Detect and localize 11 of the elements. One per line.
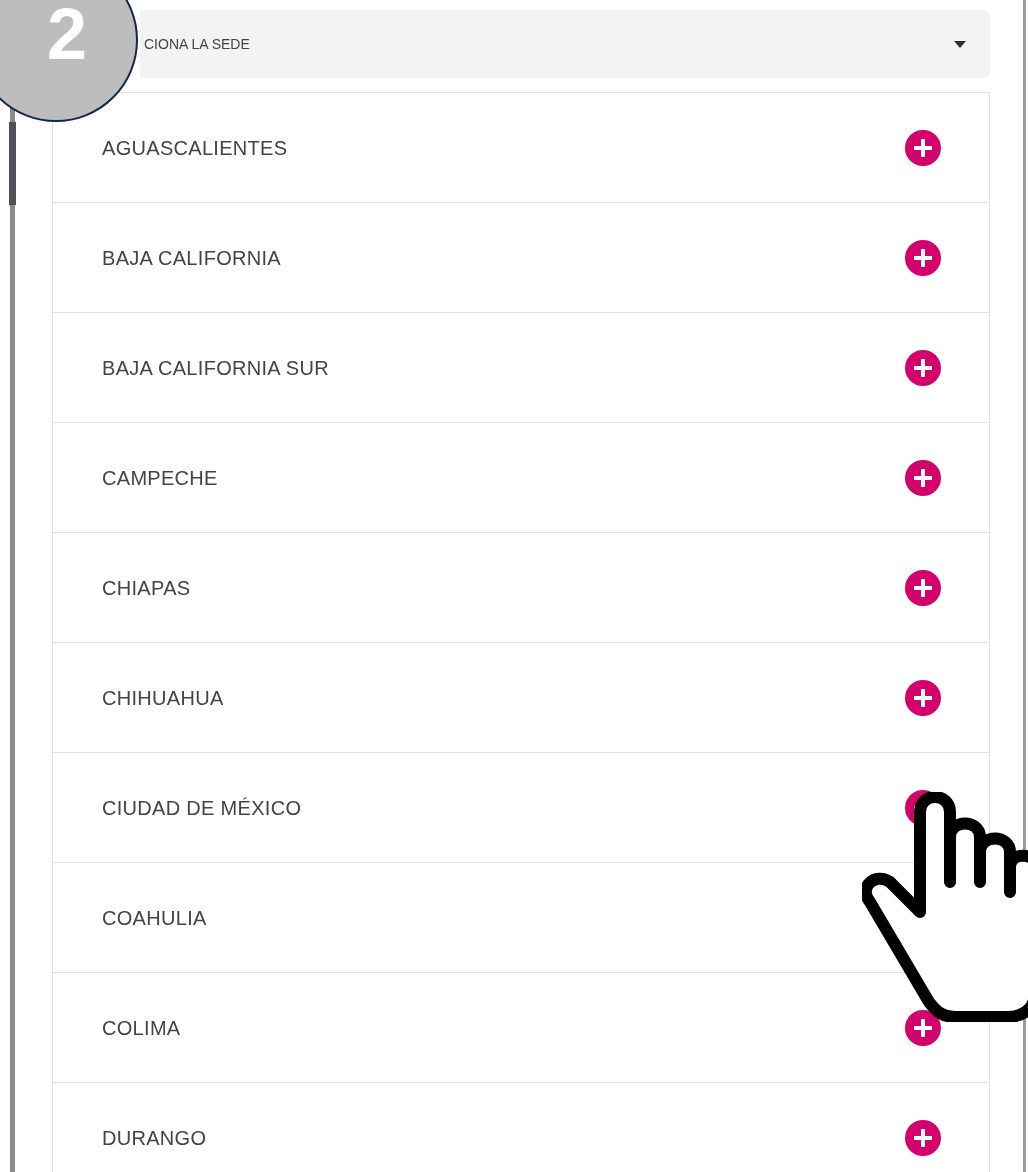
plus-circle-icon[interactable] [905, 1009, 941, 1046]
location-item[interactable]: BAJA CALIFORNIA [53, 203, 989, 313]
location-item[interactable]: CHIAPAS [53, 533, 989, 643]
location-item[interactable]: DURANGO [53, 1083, 989, 1172]
caret-down-icon [954, 40, 966, 48]
location-item[interactable]: BAJA CALIFORNIA SUR [53, 313, 989, 423]
location-item[interactable]: CAMPECHE [53, 423, 989, 533]
location-select[interactable]: CIONA LA SEDE [140, 10, 990, 78]
scrollbar-thumb[interactable] [9, 122, 16, 205]
step-badge: 2 [0, 0, 138, 122]
location-item[interactable]: CHIHUAHUA [53, 643, 989, 753]
